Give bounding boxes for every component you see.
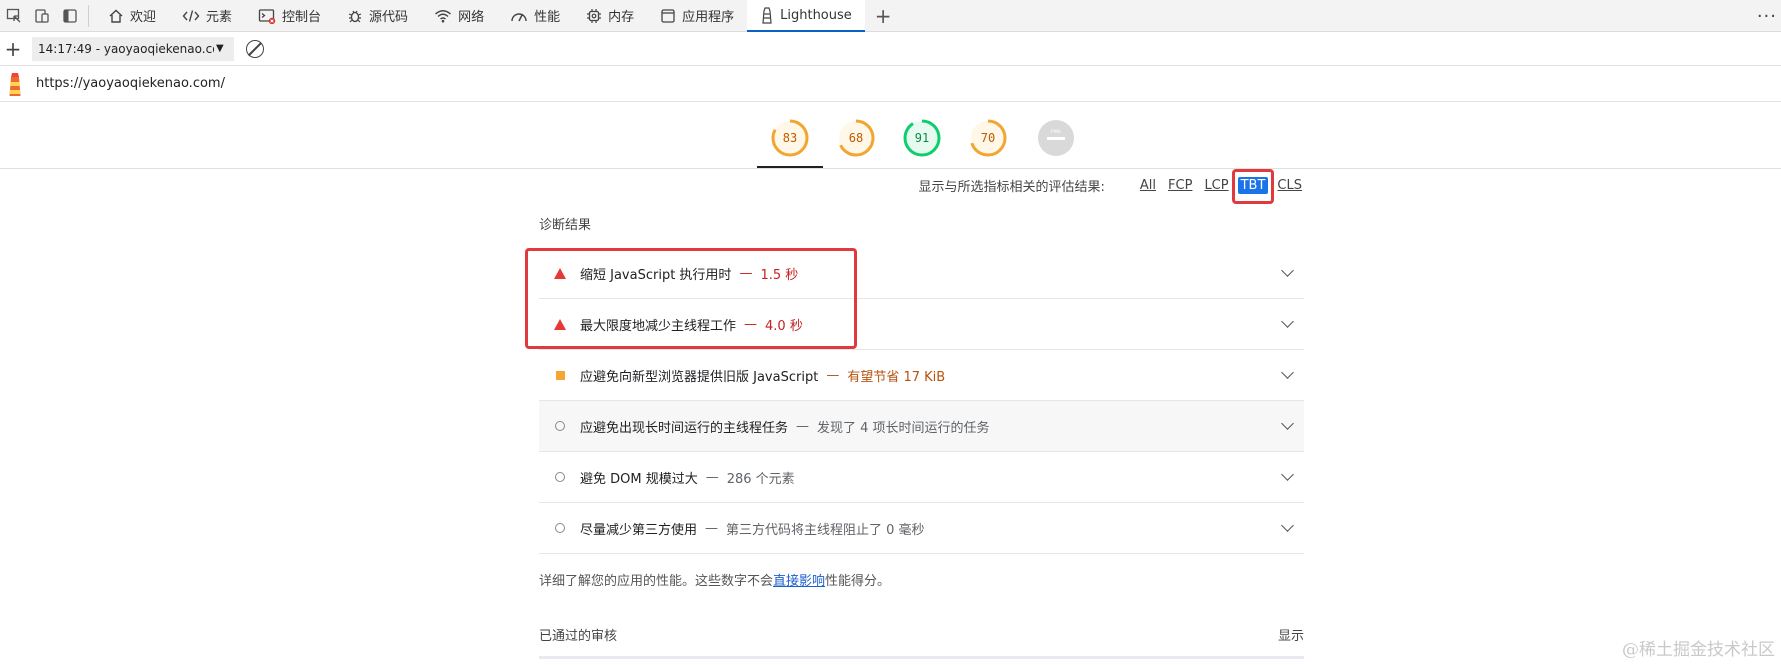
- highlight-box-tbt: [1232, 169, 1274, 204]
- score-gauges: 83 68 91 70 PWA: [0, 102, 1781, 169]
- watermark: @稀土掘金技术社区: [1622, 640, 1775, 660]
- audited-url: https://yaoyaoqiekenao.com/: [36, 76, 225, 91]
- tab-label: 应用程序: [682, 10, 735, 25]
- selected-category-indicator: [757, 166, 823, 168]
- divider: [539, 656, 1304, 659]
- tab-console[interactable]: 控制台: [245, 0, 334, 32]
- chevron-down-icon[interactable]: [1281, 264, 1294, 277]
- average-square-icon: [553, 370, 567, 380]
- tab-label: 源代码: [369, 10, 409, 25]
- tab-label: Lighthouse: [780, 8, 852, 23]
- home-icon: [108, 8, 124, 24]
- report-url-bar: https://yaoyaoqiekenao.com/: [0, 66, 1781, 102]
- score-gauge-best-practices[interactable]: 91: [902, 118, 942, 158]
- filter-all[interactable]: All: [1137, 177, 1159, 194]
- dock-side-icon[interactable]: [56, 2, 84, 30]
- tab-label: 内存: [608, 10, 635, 25]
- audit-legacy-javascript[interactable]: 应避免向新型浏览器提供旧版 JavaScript — 有望节省 17 KiB: [539, 350, 1304, 401]
- audit-dom-size[interactable]: 避免 DOM 规模过大 — 286 个元素: [539, 452, 1304, 503]
- audit-long-tasks[interactable]: 应避免出现长时间运行的主线程任务 — 发现了 4 项长时间运行的任务: [539, 401, 1304, 452]
- score-value: 68: [848, 131, 864, 145]
- tab-label: 欢迎: [130, 10, 157, 25]
- passed-audits-heading: 已通过的审核: [539, 629, 618, 644]
- more-options-icon[interactable]: ···: [1757, 0, 1777, 32]
- chevron-down-icon[interactable]: [1281, 468, 1294, 481]
- audit-separator: —: [796, 418, 810, 434]
- filter-lcp[interactable]: LCP: [1201, 177, 1231, 194]
- clear-reports-icon[interactable]: [246, 39, 264, 58]
- description-text-end: 性能得分。: [825, 574, 891, 589]
- chevron-down-icon[interactable]: [1281, 417, 1294, 430]
- score-value: 83: [782, 131, 798, 145]
- audit-display-value: 有望节省 17 KiB: [847, 369, 946, 385]
- score-gauge-accessibility[interactable]: 68: [836, 118, 876, 158]
- audit-title: 避免 DOM 规模过大: [580, 471, 698, 487]
- caret-down-icon: ▼: [216, 43, 224, 54]
- audit-separator: —: [705, 469, 719, 485]
- direct-impact-link[interactable]: 直接影响: [773, 574, 825, 589]
- audit-title: 应避免出现长时间运行的主线程任务: [580, 420, 789, 436]
- score-value: 70: [980, 131, 996, 145]
- tab-application[interactable]: 应用程序: [647, 0, 747, 32]
- chevron-down-icon[interactable]: [1281, 366, 1294, 379]
- score-value: 91: [914, 131, 930, 145]
- console-icon: [258, 8, 276, 24]
- report-selector-value: 14:17:49 - yaoyaoqiekenao.cor: [38, 41, 214, 56]
- highlight-box-audits: [525, 248, 857, 349]
- wifi-icon: [434, 8, 452, 24]
- tab-performance[interactable]: 性能: [497, 0, 573, 32]
- report-toolbar: + 14:17:49 - yaoyaoqiekenao.cor ▼: [0, 32, 1781, 66]
- metric-filter-label: 显示与所选指标相关的评估结果:: [918, 180, 1105, 195]
- description-text: 详细了解您的应用的性能。这些数字不会: [539, 574, 774, 589]
- speedometer-icon: [510, 8, 528, 24]
- info-circle-icon: [553, 523, 567, 533]
- show-passed-toggle[interactable]: 显示: [1278, 625, 1304, 644]
- new-report-icon[interactable]: +: [0, 37, 26, 61]
- tab-memory[interactable]: 内存: [573, 0, 647, 32]
- info-circle-icon: [553, 421, 567, 431]
- diagnostics-heading: 诊断结果: [539, 218, 592, 233]
- inspect-element-icon[interactable]: [0, 2, 28, 30]
- devtools-tabbar: 欢迎 元素 控制台 源代码 网络 性能 内存 应用程序 Lighthouse +…: [0, 0, 1781, 33]
- pwa-badge-label: PWA: [1051, 129, 1062, 135]
- lighthouse-icon: [760, 6, 774, 25]
- score-gauge-pwa[interactable]: PWA: [1036, 118, 1076, 158]
- tab-label: 控制台: [282, 10, 322, 25]
- audit-display-value: 第三方代码将主线程阻止了 0 毫秒: [726, 522, 925, 538]
- report-selector[interactable]: 14:17:49 - yaoyaoqiekenao.cor ▼: [32, 36, 234, 61]
- audit-third-party[interactable]: 尽量减少第三方使用 — 第三方代码将主线程阻止了 0 毫秒: [539, 503, 1304, 554]
- chip-icon: [586, 8, 602, 24]
- audit-title: 应避免向新型浏览器提供旧版 JavaScript: [580, 369, 819, 385]
- divider: [88, 4, 89, 27]
- filter-cls[interactable]: CLS: [1274, 177, 1305, 194]
- audit-separator: —: [826, 367, 840, 383]
- info-circle-icon: [553, 472, 567, 482]
- tab-lighthouse[interactable]: Lighthouse: [747, 0, 865, 33]
- code-icon: [182, 8, 200, 24]
- tab-welcome[interactable]: 欢迎: [95, 0, 169, 32]
- audit-display-value: 发现了 4 项长时间运行的任务: [817, 420, 990, 436]
- tab-label: 网络: [458, 10, 485, 25]
- tab-sources[interactable]: 源代码: [334, 0, 421, 32]
- device-emulation-icon[interactable]: [28, 2, 56, 30]
- tab-elements[interactable]: 元素: [169, 0, 245, 32]
- bug-icon: [347, 8, 363, 24]
- audit-display-value: 286 个元素: [726, 471, 795, 487]
- diagnostics-description: 详细了解您的应用的性能。这些数字不会直接影响性能得分。: [539, 570, 890, 589]
- tab-network[interactable]: 网络: [421, 0, 497, 32]
- filter-fcp[interactable]: FCP: [1165, 177, 1195, 194]
- chevron-down-icon[interactable]: [1281, 519, 1294, 532]
- audit-title: 尽量减少第三方使用: [580, 522, 698, 538]
- window-icon: [660, 8, 676, 24]
- tab-label: 性能: [534, 10, 561, 25]
- audit-separator: —: [705, 520, 719, 536]
- lighthouse-logo-icon: [7, 70, 23, 98]
- chevron-down-icon[interactable]: [1281, 315, 1294, 328]
- score-gauge-performance[interactable]: 83: [770, 118, 810, 158]
- tab-label: 元素: [206, 10, 233, 25]
- score-gauge-seo[interactable]: 70: [968, 118, 1008, 158]
- add-tab-icon[interactable]: +: [865, 4, 902, 28]
